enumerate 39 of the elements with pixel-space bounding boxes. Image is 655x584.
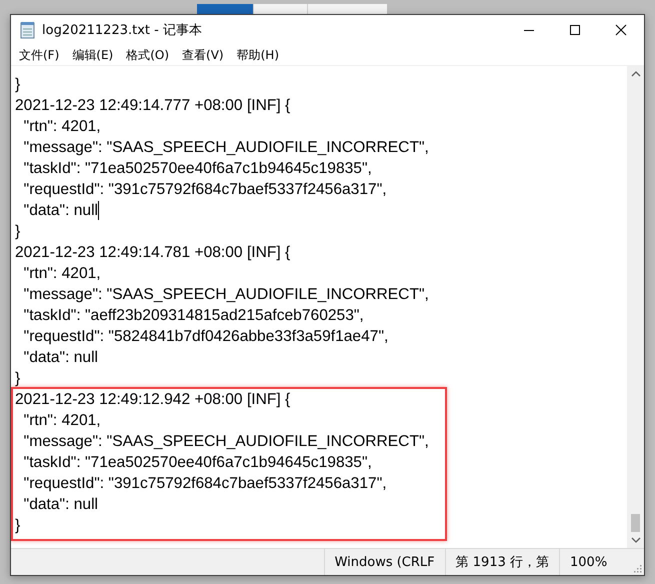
scroll-down-icon[interactable] — [630, 536, 640, 544]
text-line: } — [15, 369, 22, 388]
menu-item[interactable]: 文件(F) — [19, 46, 60, 64]
text-line: 2021-12-23 12:49:12.942 +08:00 [INF] { — [15, 390, 292, 409]
scroll-thumb[interactable] — [631, 514, 640, 532]
status-text: Windows (CRLF — [324, 549, 445, 575]
text-line: "requestId": "5824841b7df0426abbe33f3a59f1ae47", — [22, 327, 390, 346]
menu-item[interactable]: 查看(V) — [182, 46, 224, 64]
text-line: "rtn": 4201, — [22, 117, 102, 136]
text-line: 2021-12-23 12:49:14.781 +08:00 [INF] { — [15, 243, 292, 262]
scroll-up-icon[interactable] — [630, 70, 640, 78]
text-line: "taskId": "71ea502570ee40f6a7c1b94645c19835", — [22, 453, 373, 472]
text-line: "message": "SAAS_SPEECH_AUDIOFILE_INCORRECT", — [22, 285, 430, 304]
menu-item[interactable]: 帮助(H) — [236, 46, 279, 64]
text-line: "message": "SAAS_SPEECH_AUDIOFILE_INCORRECT", — [22, 432, 430, 451]
status-text: 100% — [559, 549, 632, 575]
text-line: } — [15, 75, 22, 94]
text-line: "data": null — [15, 201, 100, 220]
maximize-icon[interactable] — [569, 24, 581, 36]
text-line: "taskId": "71ea502570ee40f6a7c1b94645c19835", — [22, 159, 373, 178]
text-line: "requestId": "391c75792f684c7baef5337f2456a317", — [22, 474, 388, 493]
text-line: } — [15, 222, 22, 241]
notepad-icon — [20, 21, 36, 39]
close-icon[interactable] — [615, 24, 627, 36]
text-line: 2021-12-23 12:49:14.777 +08:00 [INF] { — [15, 96, 292, 115]
text-line: "requestId": "391c75792f684c7baef5337f2456a317", — [22, 180, 388, 199]
window-title: log20211223.txt - 记事本 — [42, 22, 202, 39]
text-line: "taskId": "aeff23b209314815ad215afceb760253", — [22, 306, 365, 325]
vertical-scrollbar[interactable] — [627, 66, 644, 548]
text-line: "rtn": 4201, — [22, 264, 102, 283]
resize-grip-icon[interactable] — [632, 563, 642, 573]
status-text: 第 1913 行，第 — [444, 549, 559, 575]
text-line: "data": null — [22, 348, 100, 367]
menu-item[interactable]: 格式(O) — [126, 46, 170, 64]
menu-item[interactable]: 编辑(E) — [72, 46, 114, 64]
text-line: "data": null — [22, 495, 100, 514]
text-line: "rtn": 4201, — [22, 411, 102, 430]
text-line: } — [15, 516, 22, 535]
text-line: "message": "SAAS_SPEECH_AUDIOFILE_INCORRECT", — [22, 138, 430, 157]
